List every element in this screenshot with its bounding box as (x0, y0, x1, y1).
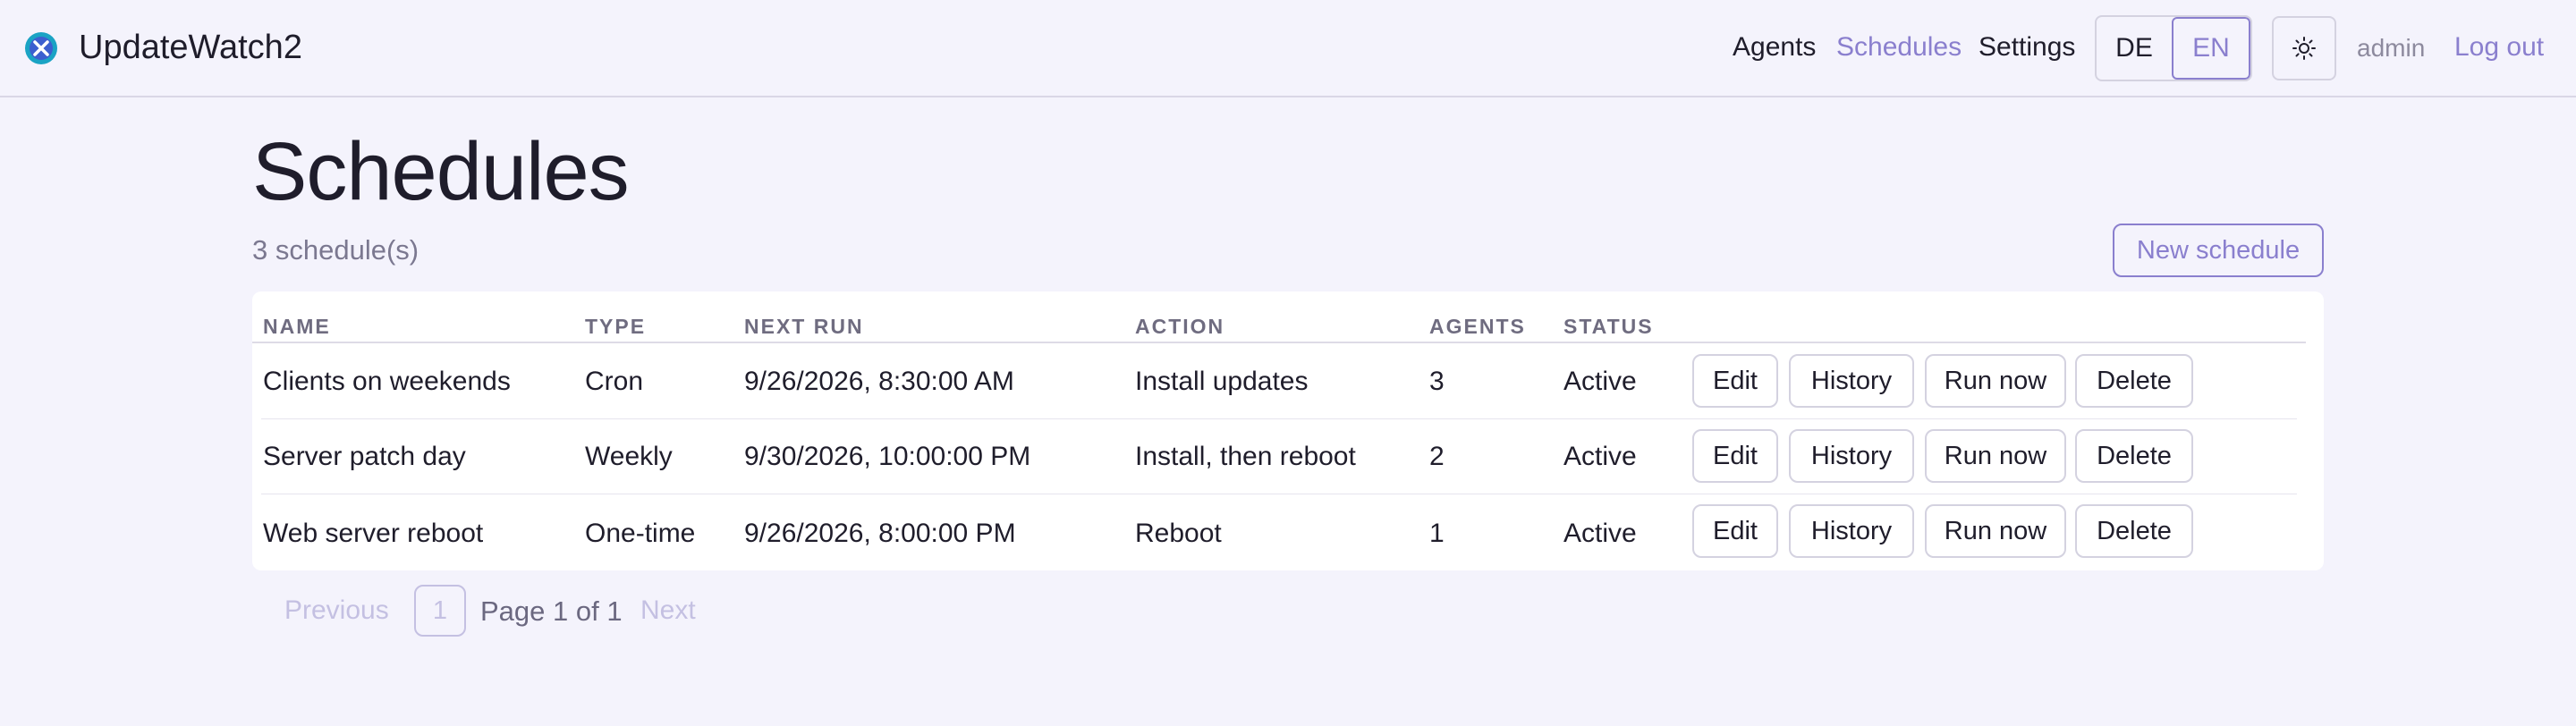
run-now-button[interactable]: Run now (1925, 429, 2066, 483)
cell-name: Clients on weekends (263, 367, 511, 396)
cell-status: Active (1563, 442, 1637, 471)
edit-button[interactable]: Edit (1692, 354, 1778, 408)
column-header-action: ACTION (1135, 315, 1225, 338)
edit-button[interactable]: Edit (1692, 504, 1778, 558)
lang-de-button[interactable]: DE (2097, 17, 2172, 80)
cell-next-run: 9/26/2026, 8:00:00 PM (744, 519, 1016, 548)
cell-next-run: 9/26/2026, 8:30:00 AM (744, 367, 1014, 396)
sun-icon (2292, 37, 2316, 60)
brand[interactable]: UpdateWatch2 (23, 29, 302, 67)
cell-agents: 1 (1429, 519, 1445, 548)
history-button[interactable]: History (1789, 429, 1914, 483)
current-user: admin (2357, 34, 2426, 62)
history-button[interactable]: History (1789, 354, 1914, 408)
column-header-type: TYPE (585, 315, 647, 338)
cell-status: Active (1563, 519, 1637, 548)
delete-button[interactable]: Delete (2075, 429, 2193, 483)
table-row: Clients on weekends Cron 9/26/2026, 8:30… (252, 343, 2324, 419)
lang-en-button[interactable]: EN (2172, 17, 2250, 80)
history-button[interactable]: History (1789, 504, 1914, 558)
nav-schedules[interactable]: Schedules (1836, 32, 1962, 63)
cell-action: Install, then reboot (1135, 442, 1356, 471)
schedules-table: NAME TYPE NEXT RUN ACTION AGENTS STATUS … (252, 291, 2324, 570)
column-header-name: NAME (263, 315, 331, 338)
cell-type: Weekly (585, 442, 673, 471)
delete-button[interactable]: Delete (2075, 504, 2193, 558)
delete-button[interactable]: Delete (2075, 354, 2193, 408)
edit-button[interactable]: Edit (1692, 429, 1778, 483)
table-row: Server patch day Weekly 9/30/2026, 10:00… (252, 418, 2324, 494)
top-bar: UpdateWatch2 Agents Schedules Settings D… (0, 0, 2576, 97)
page-indicator: Page 1 of 1 (480, 595, 623, 627)
logout-link[interactable]: Log out (2454, 32, 2544, 63)
table-row: Web server reboot One-time 9/26/2026, 8:… (252, 494, 2324, 569)
run-now-button[interactable]: Run now (1925, 354, 2066, 408)
next-page-button[interactable]: Next (640, 595, 696, 626)
nav-settings[interactable]: Settings (1979, 32, 2075, 63)
language-switcher: DE EN (2095, 15, 2252, 81)
cell-agents: 3 (1429, 367, 1445, 396)
cell-next-run: 9/30/2026, 10:00:00 PM (744, 442, 1031, 471)
app-logo-icon (25, 31, 57, 64)
page-title: Schedules (252, 126, 630, 217)
cell-status: Active (1563, 367, 1637, 396)
cell-action: Install updates (1135, 367, 1309, 396)
app-title: UpdateWatch2 (79, 29, 302, 66)
schedule-count: 3 schedule(s) (252, 234, 419, 266)
nav-agents[interactable]: Agents (1733, 32, 1816, 63)
page-number-button[interactable]: 1 (414, 585, 466, 637)
cell-agents: 2 (1429, 442, 1445, 471)
cell-action: Reboot (1135, 519, 1222, 548)
previous-page-button[interactable]: Previous (284, 595, 389, 626)
column-header-next-run: NEXT RUN (744, 315, 864, 338)
cell-name: Server patch day (263, 442, 466, 471)
new-schedule-button[interactable]: New schedule (2113, 224, 2324, 277)
column-header-status: STATUS (1563, 315, 1654, 338)
cell-type: Cron (585, 367, 644, 396)
run-now-button[interactable]: Run now (1925, 504, 2066, 558)
theme-toggle-button[interactable] (2272, 16, 2336, 80)
cell-type: One-time (585, 519, 696, 548)
column-header-agents: AGENTS (1429, 315, 1526, 338)
cell-name: Web server reboot (263, 519, 484, 548)
